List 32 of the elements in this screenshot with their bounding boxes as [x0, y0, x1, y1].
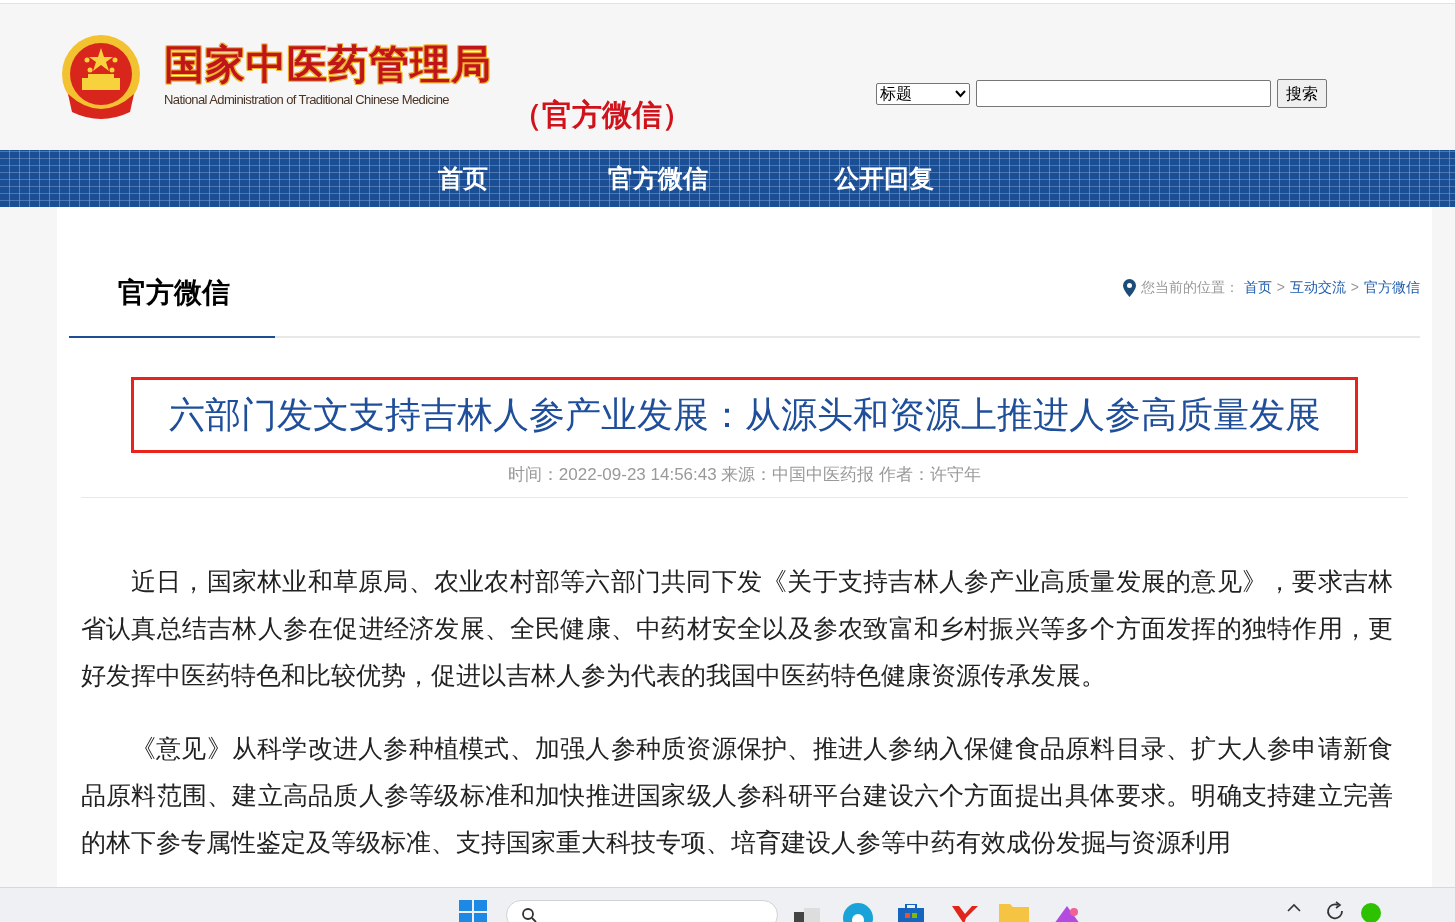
breadcrumb-link[interactable]: 官方微信	[1364, 277, 1420, 298]
breadcrumb-link[interactable]: 首页	[1243, 277, 1272, 298]
section-title: 官方微信	[69, 272, 275, 338]
task-view-icon[interactable]	[794, 908, 820, 922]
nav-link[interactable]: 公开回复	[834, 159, 934, 198]
search-icon	[521, 907, 537, 922]
search-field[interactable]	[976, 80, 1271, 107]
article-title: 六部门发文支持吉林人参产业发展：从源头和资源上推进人参高质量发展	[168, 393, 1321, 437]
agency-name-english: National Administration of Traditional Chinese Medicine	[164, 91, 450, 109]
breadcrumb-label: 您当前的位置：	[1140, 278, 1239, 297]
breadcrumb-link[interactable]: 互动交流	[1289, 277, 1346, 298]
scope-select[interactable]: 标题	[876, 82, 970, 105]
breadcrumb-separator: >	[1350, 278, 1359, 297]
location-pin-icon	[1122, 278, 1136, 297]
article-paragraph: 《意见》从科学改进人参种植模式、加强人参种质资源保护、推进人参纳入保健食品原料目录、扩大人参申请新食品原料范围、建立高品质人参等级标准和加快推进国家级人参科研平台建设六个方面提出具体要求。明确支持建立完善的林下参专属性鉴定及等级标准、支持国家重大科技专项、培育建设人参等中药有效成份发掘与资源利用	[81, 733, 1393, 858]
search-button[interactable]: 搜索	[1277, 79, 1327, 108]
app-icon[interactable]	[1054, 906, 1080, 922]
agency-name: 国家中医药管理局	[164, 41, 492, 88]
article-paragraph: 近日，国家林业和草原局、农业农村部等六部门共同下发《关于支持吉林人参产业高质量发展的意见》，要求吉林省认真总结吉林人参在促进经济发展、全民健康、中药材安全以及参农致富和乡村振兴等多个方面发挥的独特作用，更好发挥中医药特色和比较优势，促进以吉林人参为代表的我国中医药特色健康资源传承发展。	[81, 566, 1393, 691]
breadcrumb-separator: >	[1276, 278, 1285, 297]
store-icon[interactable]	[896, 904, 926, 922]
nav-link[interactable]: 首页	[438, 159, 488, 198]
refresh-icon[interactable]	[1324, 900, 1346, 922]
subtitle: （官方微信）	[512, 97, 692, 133]
chevron-down-icon	[955, 89, 966, 98]
windows-start-icon[interactable]	[459, 900, 488, 922]
chevron-up-icon[interactable]	[1286, 902, 1302, 912]
national-emblem-icon	[60, 34, 142, 120]
browser-icon[interactable]	[842, 902, 874, 922]
taskbar-search-field[interactable]	[506, 900, 778, 922]
article-meta: 时间：2022-09-23 14:56:43 来源：中国中医药报 作者：许守年	[507, 464, 982, 487]
nav-link[interactable]: 官方微信	[608, 159, 708, 198]
